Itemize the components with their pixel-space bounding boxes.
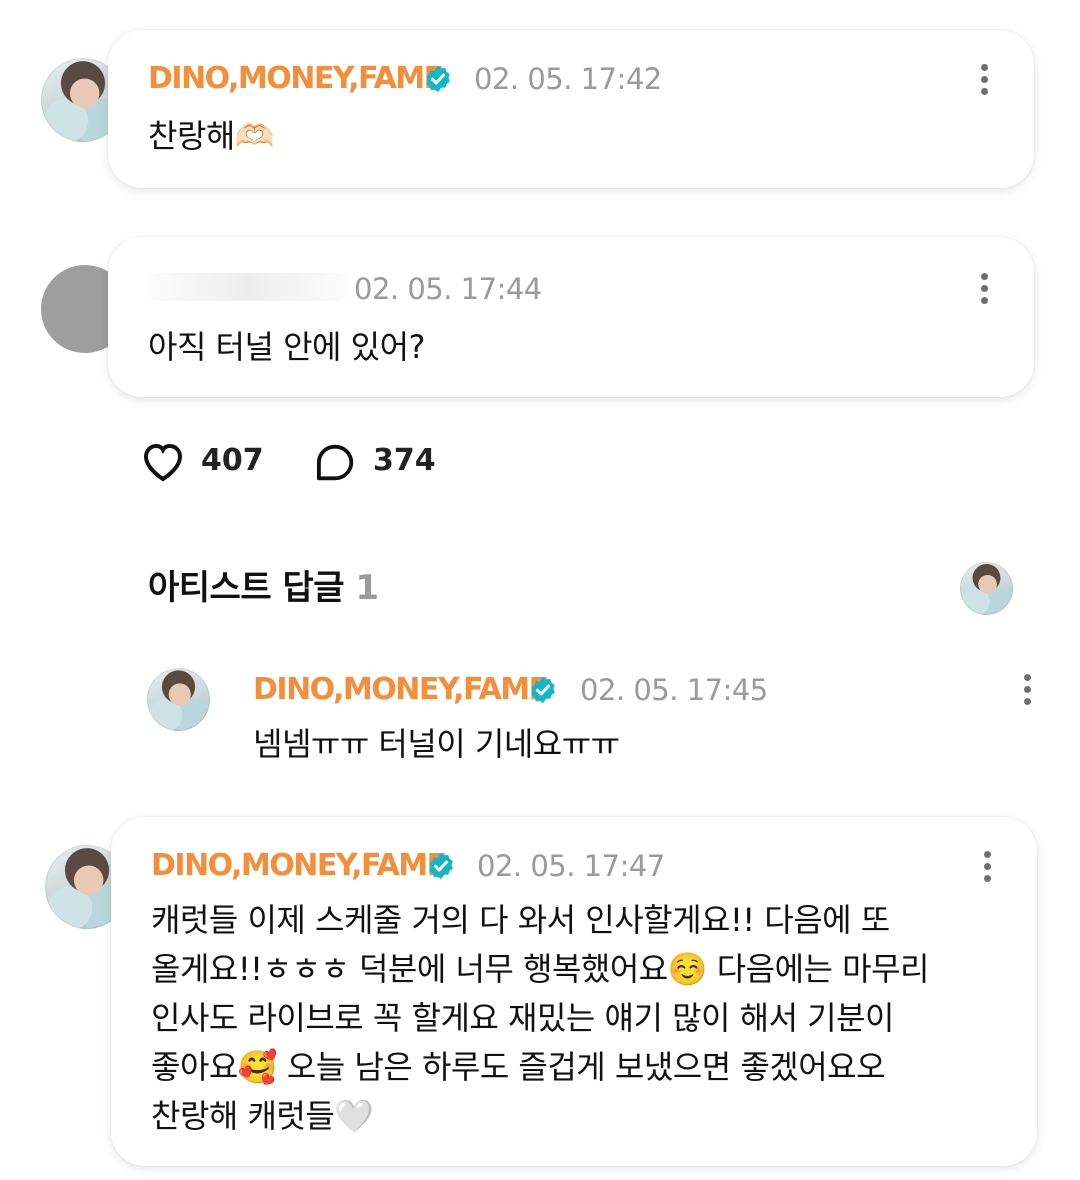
- more-vertical-icon[interactable]: [978, 273, 990, 313]
- timestamp: 02. 05. 17:44: [354, 272, 542, 306]
- author-name[interactable]: DINO,MONEY,FAME: [148, 59, 444, 99]
- comment-bubble-icon[interactable]: [312, 440, 358, 486]
- verified-badge-icon: [426, 65, 450, 93]
- avatar[interactable]: [147, 668, 210, 731]
- comment-text-line: 좋아요🥰 오늘 남은 하루도 즐겁게 보냈으면 좋겠어요오: [151, 1048, 886, 1086]
- comment-card: DINO,MONEY,FAME 02. 05. 17:42 찬랑해🫶🏻: [108, 30, 1034, 188]
- artist-avatar[interactable]: [960, 562, 1013, 615]
- author-name[interactable]: DINO,MONEY,FAME: [151, 846, 447, 886]
- heart-icon[interactable]: [138, 438, 188, 486]
- artist-replies-count: 1: [355, 568, 379, 608]
- comment-card: 02. 05. 17:44 아직 터널 안에 있어?: [108, 237, 1034, 397]
- comment-text-line: 인사도 라이브로 꼭 할게요 재밌는 얘기 많이 해서 기분이: [151, 999, 895, 1037]
- author-name[interactable]: DINO,MONEY,FAME: [253, 670, 549, 710]
- comment-text: 찬랑해🫶🏻: [148, 117, 275, 155]
- comment-count: 374: [373, 443, 436, 478]
- comment-text-line: 찬랑해 캐럿들🤍: [151, 1097, 374, 1135]
- verified-badge-icon: [531, 676, 555, 704]
- timestamp: 02. 05. 17:47: [477, 849, 665, 883]
- timestamp: 02. 05. 17:42: [474, 62, 662, 96]
- comment-text: 캐럿들 이제 스케줄 거의 다 와서 인사할게요!! 다음에 또 올게요!!ㅎㅎ…: [151, 896, 1011, 1141]
- comment-card: DINO,MONEY,FAME 02. 05. 17:47 캐럿들 이제 스케줄…: [111, 817, 1037, 1166]
- comment-text-line: 올게요!!ㅎㅎㅎ 덕분에 너무 행복했어요☺️ 다음에는 마무리: [151, 950, 929, 988]
- artist-replies-label: 아티스트 답글: [148, 568, 345, 608]
- more-vertical-icon[interactable]: [1021, 674, 1033, 714]
- comment-text: 아직 터널 안에 있어?: [148, 328, 426, 366]
- like-count: 407: [201, 443, 264, 478]
- reply-text: 넴넴ㅠㅠ 터널이 기네요ㅠㅠ: [253, 725, 620, 763]
- author-name-blurred: [148, 273, 348, 301]
- comment-text-line: 캐럿들 이제 스케줄 거의 다 와서 인사할게요!! 다음에 또: [151, 901, 890, 939]
- artist-replies-title: 아티스트 답글 1: [148, 566, 379, 610]
- timestamp: 02. 05. 17:45: [580, 673, 768, 707]
- more-vertical-icon[interactable]: [978, 64, 990, 104]
- more-vertical-icon[interactable]: [981, 851, 993, 891]
- verified-badge-icon: [429, 852, 453, 880]
